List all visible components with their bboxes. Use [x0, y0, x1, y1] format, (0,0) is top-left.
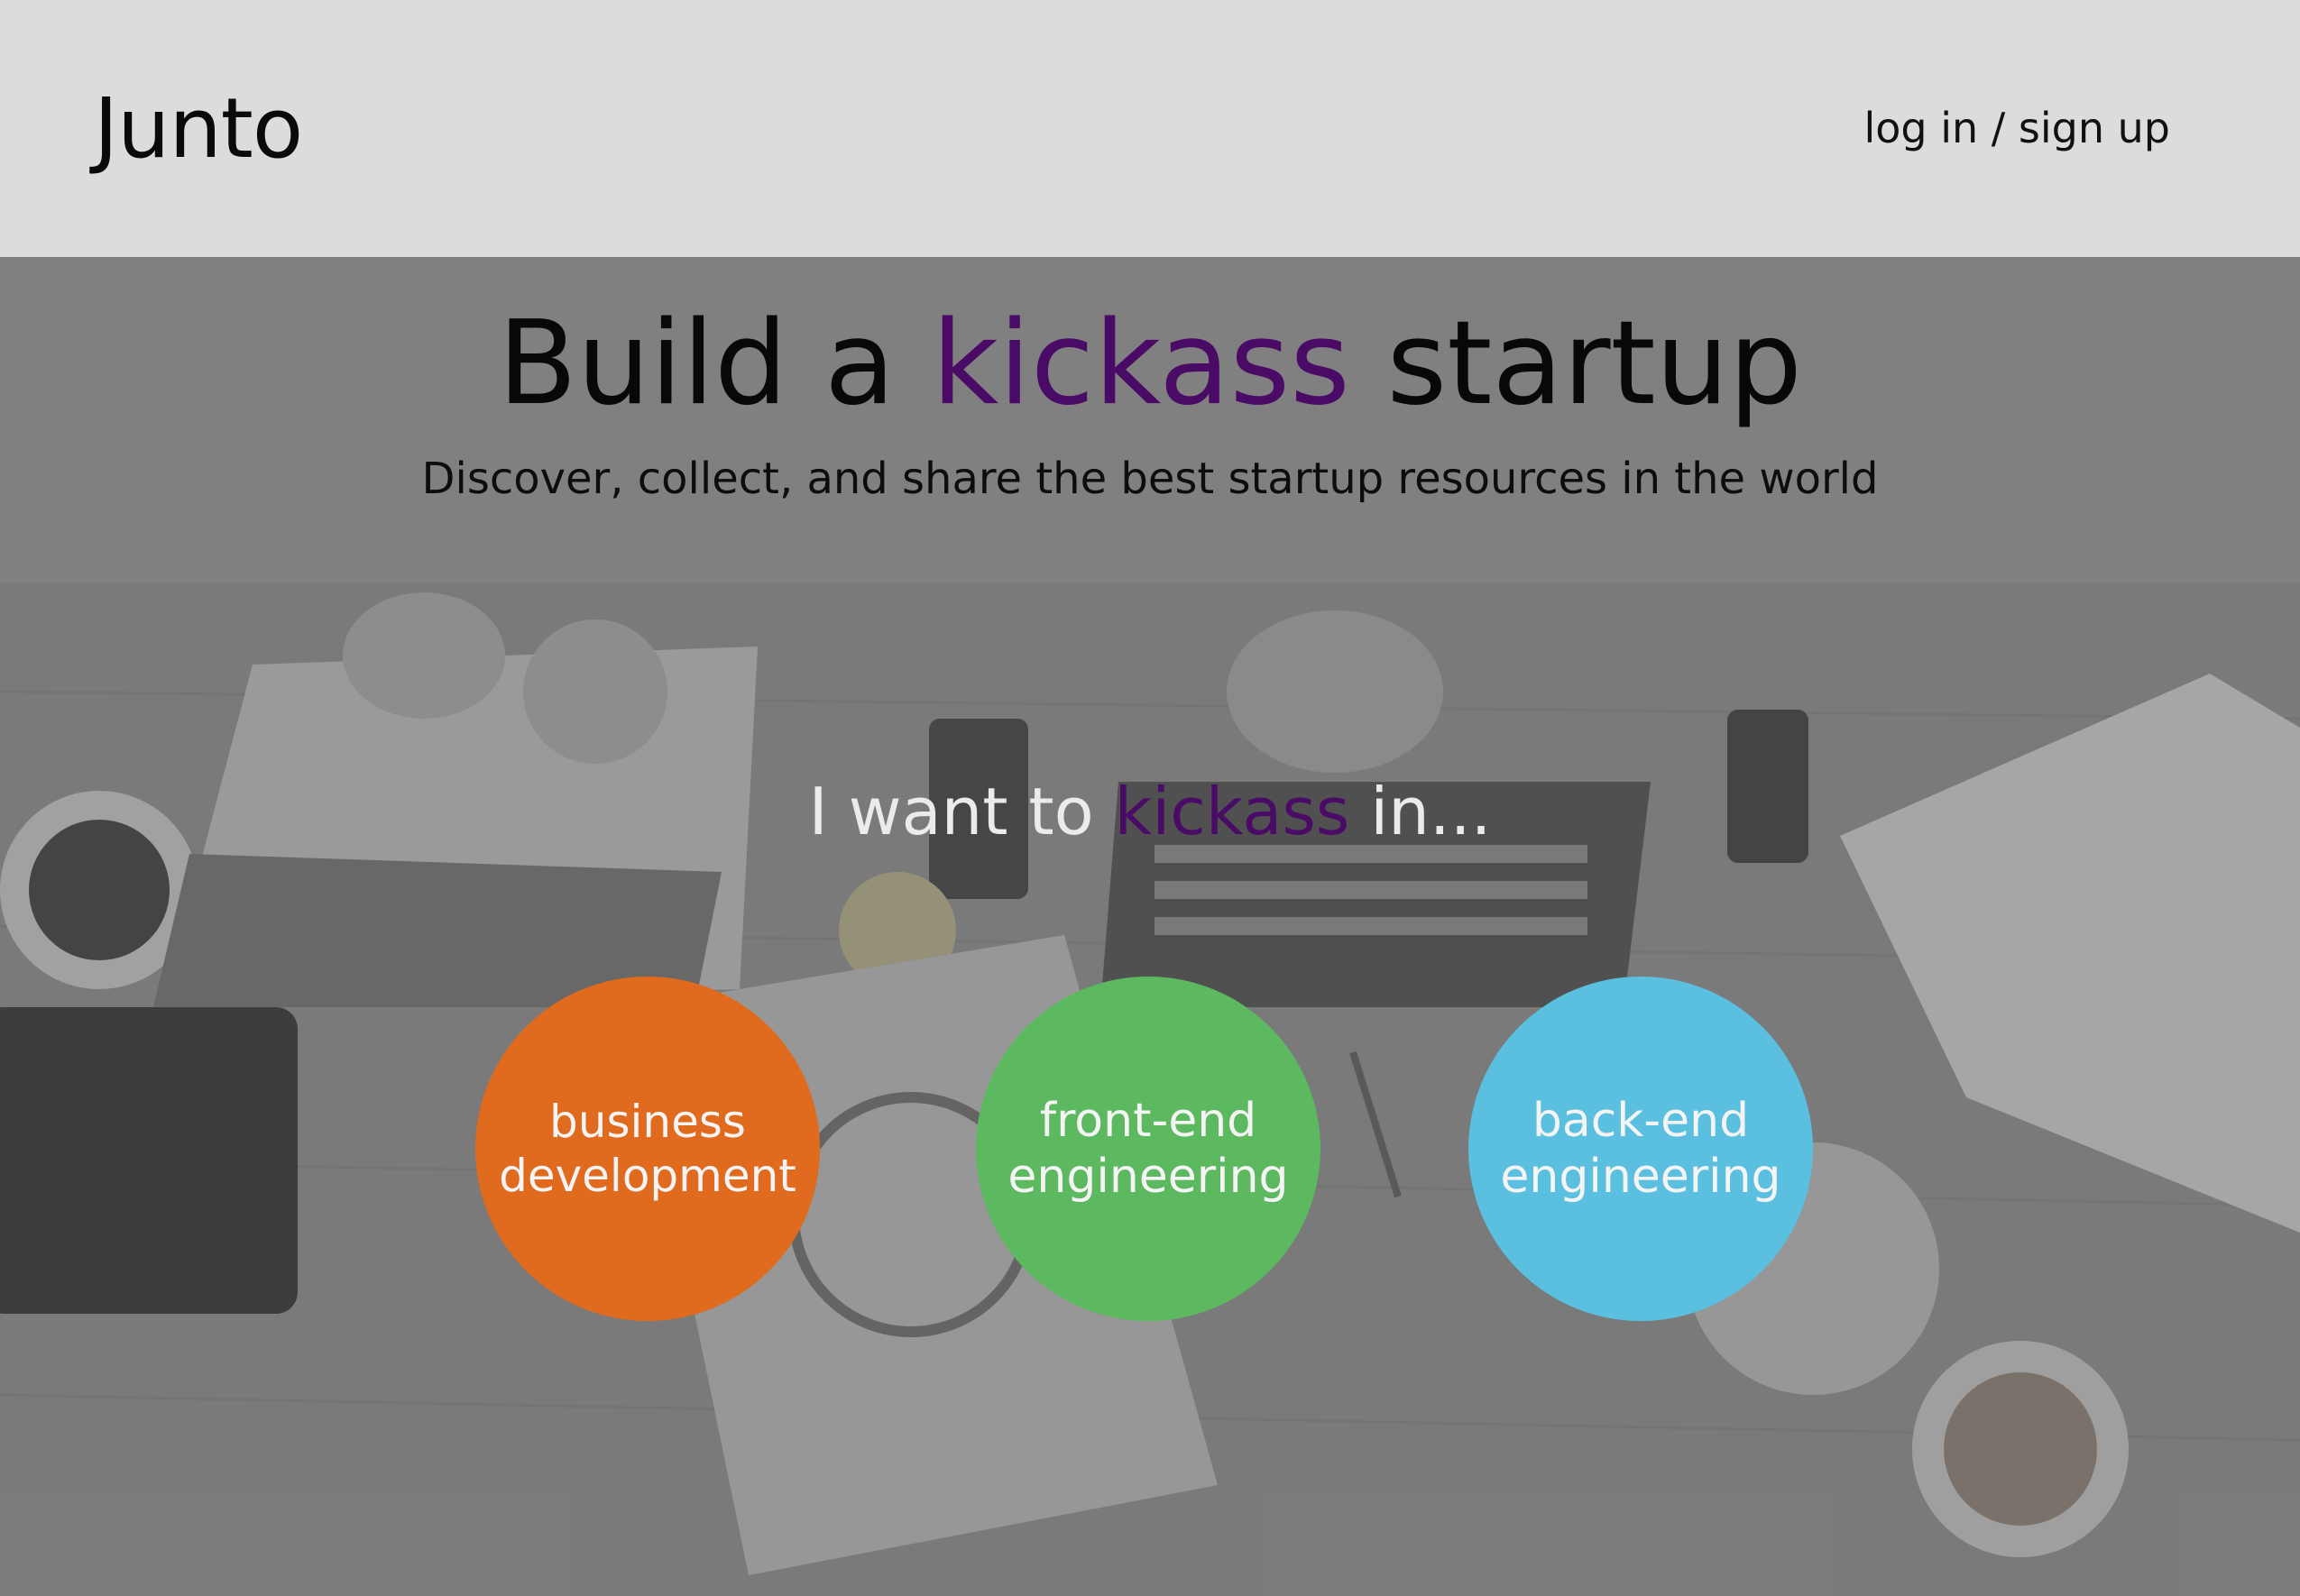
category-label: back-end engineering — [1500, 1093, 1780, 1205]
hero-title: Build a kickass startup — [0, 297, 2300, 432]
category-label-line1: back-end — [1532, 1094, 1750, 1148]
prompt-accent: kickass — [1114, 774, 1350, 849]
prompt-start: I want to — [808, 774, 1115, 849]
category-label-line2: engineering — [1500, 1150, 1781, 1204]
category-business-development-button[interactable]: business development — [475, 977, 820, 1321]
category-front-end-engineering-button[interactable]: front-end engineering — [976, 977, 1320, 1321]
logo[interactable]: Junto — [94, 79, 303, 179]
category-prompt: I want to kickass in... — [0, 771, 2300, 852]
background-photo-section: I want to kickass in... business develop… — [0, 583, 2300, 1596]
category-back-end-engineering-button[interactable]: back-end engineering — [1468, 977, 1813, 1321]
category-label-line1: business — [549, 1096, 746, 1148]
landing-page: Junto log in / sign up Build a kickass s… — [0, 0, 2300, 1596]
hero-title-accent: kickass — [932, 297, 1350, 431]
prompt-end: in... — [1349, 774, 1492, 849]
hero-title-end: startup — [1349, 297, 1803, 431]
login-signup-link[interactable]: log in / sign up — [1864, 101, 2171, 155]
hero-band: Build a kickass startup Discover, collec… — [0, 257, 2300, 583]
hero-title-start: Build a — [497, 297, 933, 431]
category-label-line1: front-end — [1039, 1094, 1257, 1148]
site-header: Junto log in / sign up — [0, 0, 2300, 257]
category-label-line2: engineering — [1007, 1150, 1289, 1204]
hero-subtitle: Discover, collect, and share the best st… — [421, 454, 1879, 504]
category-label-line2: development — [499, 1150, 796, 1202]
category-label: business development — [499, 1095, 796, 1203]
category-label: front-end engineering — [1007, 1093, 1288, 1205]
